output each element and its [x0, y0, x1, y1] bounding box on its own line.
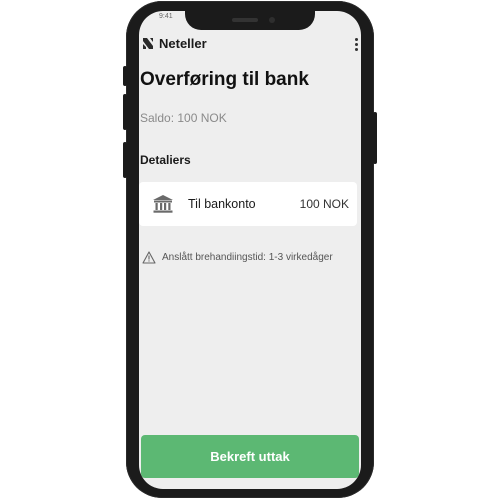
stage: 9:41 Neteller Overføring til bank Saldo:…: [0, 0, 500, 500]
bank-account-row[interactable]: Til bankonto 100 NOK: [139, 182, 357, 226]
bank-account-amount: 100 NOK: [299, 197, 349, 211]
page-title: Overføring til bank: [140, 69, 309, 90]
processing-time-text: Anslått brehandiingstid: 1-3 virkedåger: [162, 252, 333, 263]
front-camera: [269, 17, 275, 23]
brand-name: Neteller: [159, 36, 207, 51]
volume-down-button: [123, 94, 127, 130]
brand: Neteller: [142, 36, 207, 51]
confirm-withdrawal-button[interactable]: Bekreft uttak: [141, 435, 359, 478]
balance-text: Saldo: 100 NOK: [140, 111, 227, 125]
volume-up-button: [123, 66, 127, 86]
phone-screen: 9:41 Neteller Overføring til bank Saldo:…: [139, 11, 361, 489]
power-button: [373, 112, 377, 164]
volume-lower-button: [123, 142, 127, 178]
warning-icon: [142, 251, 156, 264]
phone-notch: [185, 11, 315, 30]
status-time: 9:41: [159, 13, 173, 20]
neteller-logo-icon: [143, 38, 153, 49]
details-heading: Detaliers: [140, 153, 191, 167]
bank-account-label: Til bankonto: [188, 197, 256, 211]
earpiece-speaker: [232, 18, 258, 22]
more-vertical-icon[interactable]: [354, 38, 358, 51]
processing-time-notice: Anslått brehandiingstid: 1-3 virkedåger: [142, 251, 333, 264]
bank-icon: [153, 195, 173, 213]
